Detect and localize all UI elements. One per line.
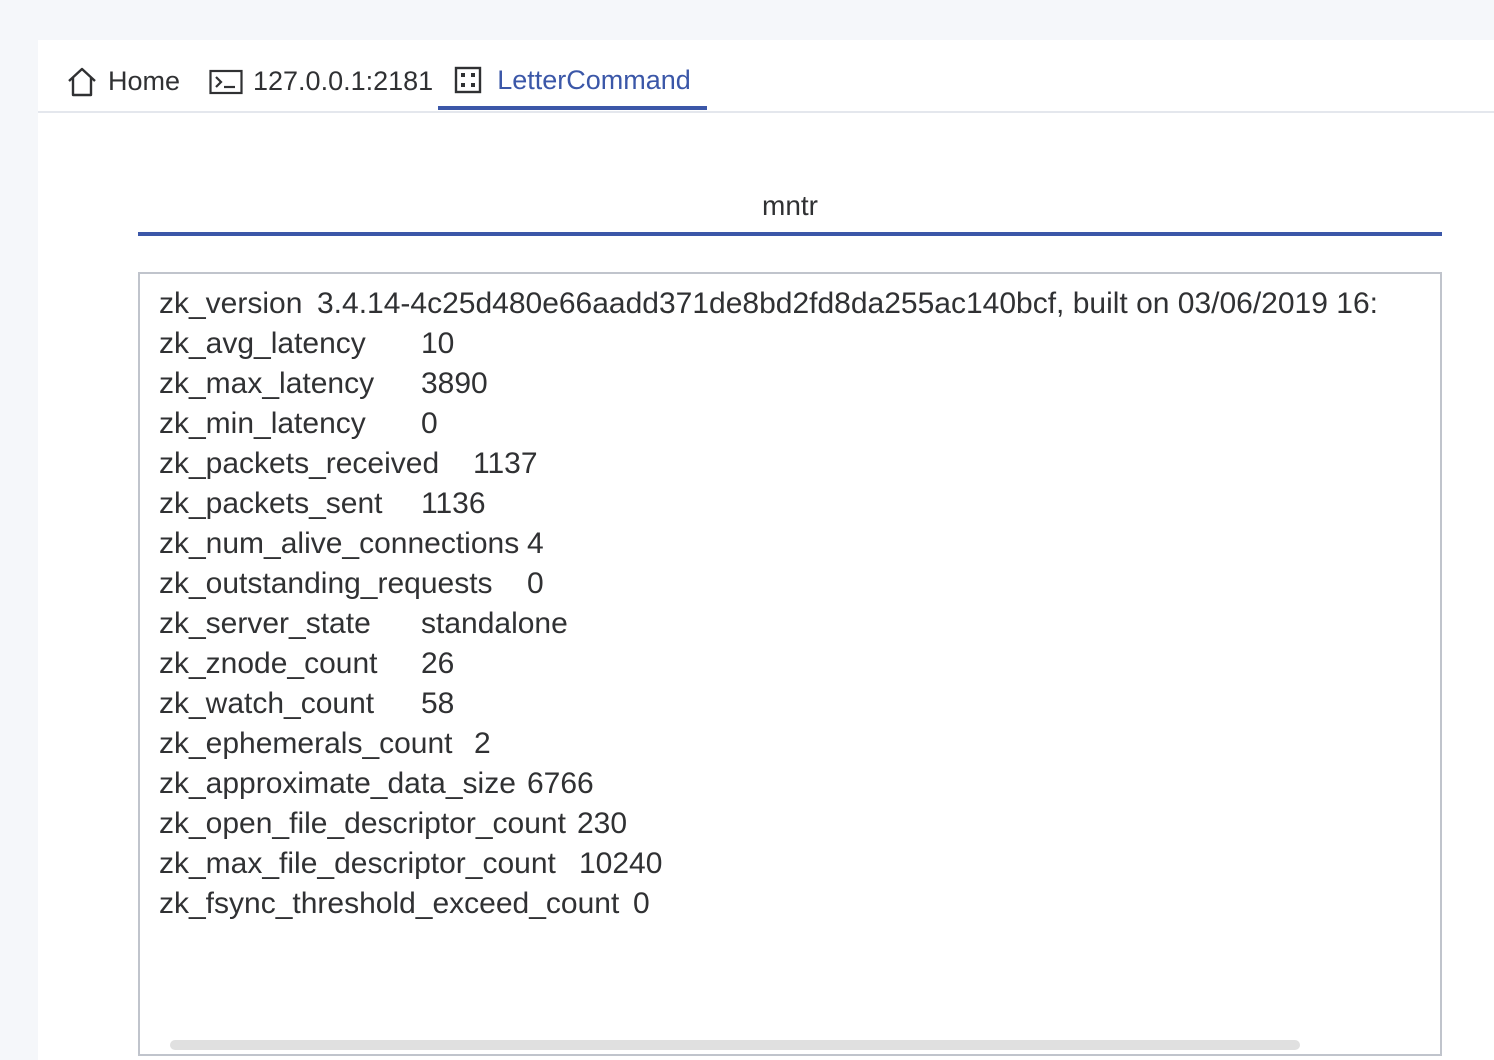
output-line: zk_min_latency 0 [159, 404, 1378, 444]
output-value: 2 [474, 727, 491, 760]
output-key: zk_avg_latency [159, 327, 366, 360]
output-key: zk_packets_received [159, 447, 440, 480]
output-value: 58 [421, 687, 455, 720]
output-value: 0 [633, 887, 650, 920]
output-value: 4 [527, 527, 544, 560]
output-key: zk_fsync_threshold_exceed_count [159, 887, 620, 920]
home-icon [66, 66, 98, 98]
output-line: zk_version 3.4.14-4c25d480e66aadd371de8bd… [159, 284, 1378, 324]
output-key: zk_num_alive_connections [159, 527, 520, 560]
output-line: zk_packets_received 1137 [159, 444, 1378, 484]
output-line: zk_open_file_descriptor_count 230 [159, 804, 1378, 844]
output-value: 3890 [421, 367, 488, 400]
output-key: zk_ephemerals_count [159, 727, 453, 760]
main-panel: Home 127.0.0.1:2181 LetterCommand mntr z… [38, 40, 1494, 1060]
output-line: zk_num_alive_connections 4 [159, 524, 1378, 564]
output-line: zk_watch_count 58 [159, 684, 1378, 724]
command-output: zk_version 3.4.14-4c25d480e66aadd371de8bd… [138, 272, 1442, 1056]
output-value: 230 [577, 807, 628, 840]
output-key: zk_min_latency [159, 407, 366, 440]
output-line: zk_max_latency 3890 [159, 364, 1378, 404]
output-key: zk_approximate_data_size [159, 767, 516, 800]
output-value: 10 [421, 327, 455, 360]
output-line: zk_packets_sent 1136 [159, 484, 1378, 524]
tab-server-label: 127.0.0.1:2181 [253, 66, 434, 96]
output-value: 1137 [473, 447, 538, 480]
output-value: 1136 [421, 487, 486, 520]
output-key: zk_max_file_descriptor_count [159, 847, 556, 880]
output-line: zk_server_state standalone [159, 604, 1378, 644]
active-tab-indicator [438, 106, 707, 110]
output-value: standalone [421, 607, 568, 640]
output-key: zk_packets_sent [159, 487, 383, 520]
tab-home-label: Home [108, 66, 181, 96]
command-input[interactable] [138, 180, 1442, 236]
output-key: zk_znode_count [159, 647, 378, 680]
horizontal-scrollbar[interactable] [170, 1040, 1300, 1050]
output-value: 26 [421, 647, 455, 680]
command-icon [454, 66, 482, 94]
output-line: zk_outstanding_requests 0 [159, 564, 1378, 604]
tab-home[interactable]: Home [66, 40, 180, 117]
output-lines: zk_version 3.4.14-4c25d480e66aadd371de8bd… [159, 284, 1378, 924]
output-key: zk_max_latency [159, 367, 375, 400]
output-line: zk_max_file_descriptor_count 10240 [159, 844, 1378, 884]
output-key: zk_watch_count [159, 687, 375, 720]
output-key: zk_version [159, 287, 303, 320]
output-value: 6766 [527, 767, 594, 800]
output-value: 0 [421, 407, 438, 440]
tab-server[interactable]: 127.0.0.1:2181 [209, 40, 433, 117]
output-value: 3.4.14-4c25d480e66aadd371de8bd2fd8da255a… [317, 287, 1378, 320]
output-line: zk_approximate_data_size 6766 [159, 764, 1378, 804]
output-value: 0 [527, 567, 544, 600]
output-line: zk_znode_count 26 [159, 644, 1378, 684]
output-key: zk_open_file_descriptor_count [159, 807, 566, 840]
terminal-icon [209, 69, 243, 95]
output-line: zk_avg_latency 10 [159, 324, 1378, 364]
output-value: 10240 [579, 847, 663, 880]
output-line: zk_fsync_threshold_exceed_count 0 [159, 884, 1378, 924]
output-line: zk_ephemerals_count 2 [159, 724, 1378, 764]
tab-letter-command[interactable]: LetterCommand [438, 40, 707, 110]
output-key: zk_server_state [159, 607, 371, 640]
tab-letter-command-label: LetterCommand [497, 65, 691, 95]
output-key: zk_outstanding_requests [159, 567, 493, 600]
tab-bar: Home 127.0.0.1:2181 LetterCommand [38, 40, 1494, 113]
